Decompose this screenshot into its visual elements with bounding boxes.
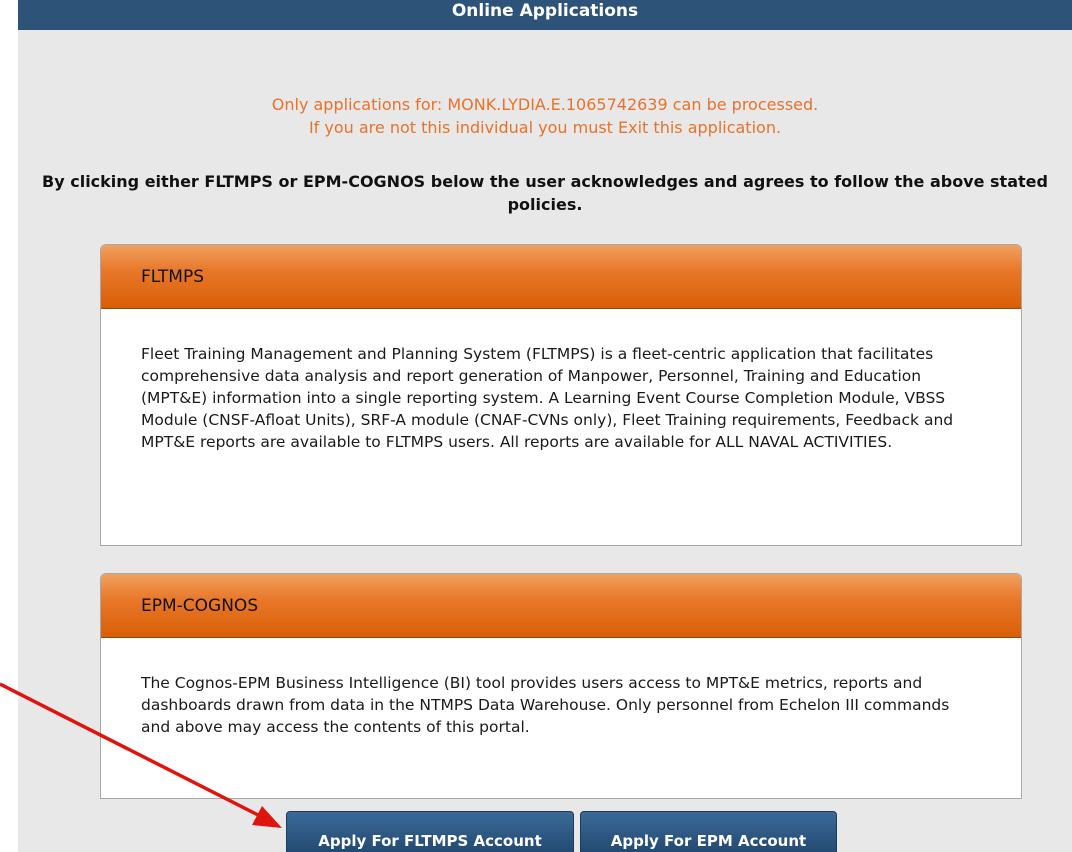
notice-line-1: Only applications for: MONK.LYDIA.E.1065…: [271, 95, 819, 114]
epm-card: EPM-COGNOS The Cognos-EPM Business Intel…: [100, 573, 1022, 799]
epm-card-description: The Cognos-EPM Business Intelligence (BI…: [141, 674, 950, 736]
fltmps-card-description: Fleet Training Management and Planning S…: [141, 345, 954, 451]
fltmps-card-title: FLTMPS: [101, 245, 1021, 309]
epm-card-title: EPM-COGNOS: [101, 574, 1021, 638]
fltmps-card: FLTMPS Fleet Training Management and Pla…: [100, 244, 1022, 546]
header-bar: Online Applications: [18, 0, 1072, 30]
notice-line-2: If you are not this individual you must …: [308, 118, 782, 137]
apply-epm-button[interactable]: Apply For EPM Account: [580, 811, 837, 852]
acknowledgement-text: By clicking either FLTMPS or EPM-COGNOS …: [42, 172, 1048, 214]
user-notice: Only applications for: MONK.LYDIA.E.1065…: [18, 93, 1072, 139]
page-title: Online Applications: [451, 1, 639, 21]
page: Online Applications Only applications fo…: [0, 0, 1072, 852]
apply-fltmps-button[interactable]: Apply For FLTMPS Account: [286, 811, 574, 852]
